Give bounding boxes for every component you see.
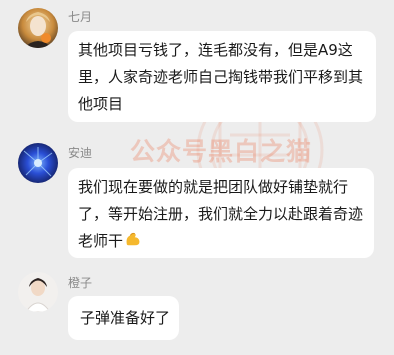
sender-name: 安迪 bbox=[68, 146, 93, 160]
chat-view: 公众号黑白之猫 七月 其他项目亏钱了，连毛都没有，但是A9这 里，人家奇迹老师自… bbox=[0, 0, 394, 355]
watermark-text: 公众号黑白之猫 bbox=[130, 137, 313, 166]
message-bubble[interactable]: 我们现在要做的就是把团队做好铺垫就行 了，等开始注册，我们就全力以赴跟着奇迹 老… bbox=[68, 168, 374, 258]
message-line: 老师干 bbox=[78, 228, 364, 257]
message-line: 我们现在要做的就是把团队做好铺垫就行 bbox=[78, 178, 349, 196]
message-line: 他项目 bbox=[78, 95, 124, 113]
message-bubble[interactable]: 其他项目亏钱了，连毛都没有，但是A9这 里，人家奇迹老师自己掏钱带我们平移到其 … bbox=[68, 31, 376, 122]
message-line: 里，人家奇迹老师自己掏钱带我们平移到其 bbox=[78, 68, 364, 86]
avatar-qiyue-icon[interactable] bbox=[18, 8, 58, 48]
message-bubble[interactable]: 子弹准备好了 bbox=[68, 296, 179, 340]
message-line: 其他项目亏钱了，连毛都没有，但是A9这 bbox=[78, 41, 353, 59]
message-line: 了，等开始注册，我们就全力以赴跟着奇迹 bbox=[78, 205, 364, 223]
message-line: 子弹准备好了 bbox=[80, 309, 171, 327]
sender-name: 七月 bbox=[68, 10, 93, 24]
avatar-andi-icon[interactable] bbox=[18, 143, 58, 183]
sender-name: 橙子 bbox=[68, 276, 93, 290]
avatar-chengzi-icon[interactable] bbox=[18, 272, 58, 312]
message-line-text: 老师干 bbox=[78, 232, 124, 250]
flexed-biceps-icon bbox=[124, 230, 142, 257]
